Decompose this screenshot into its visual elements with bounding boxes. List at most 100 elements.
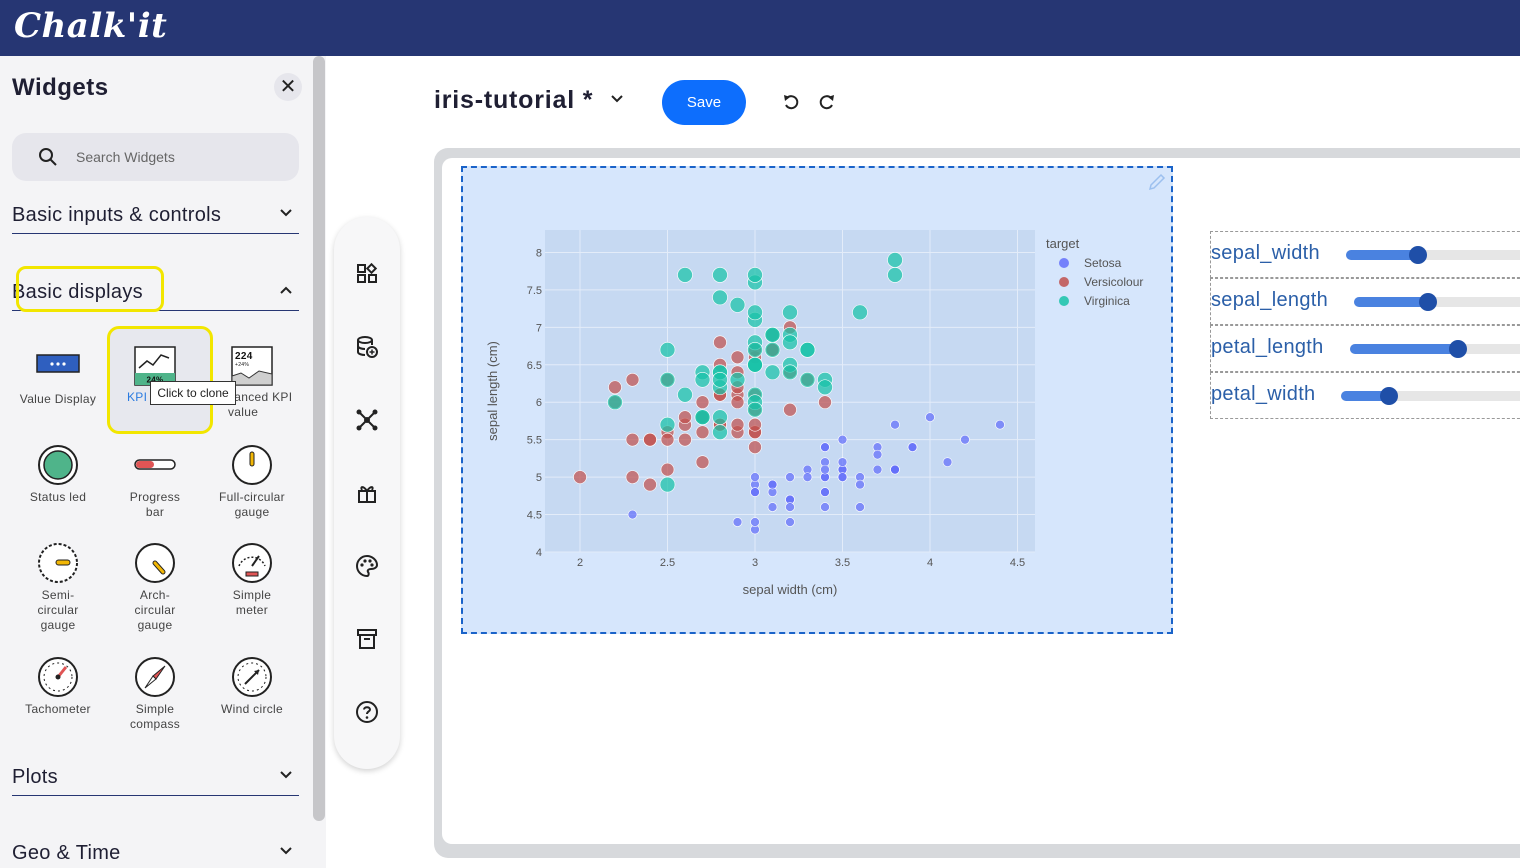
data-point-virginica — [782, 364, 798, 381]
sidebar-scroll-thumb[interactable] — [313, 56, 325, 821]
slider-petal-width[interactable]: petal_width — [1210, 372, 1520, 419]
slider-fill — [1354, 297, 1428, 307]
data-point-virginica — [712, 371, 728, 388]
widget-tachometer[interactable]: Tachometer — [10, 656, 106, 717]
widget-label: Progress bar — [129, 490, 181, 519]
widget-label: Tachometer — [25, 702, 91, 716]
kpi-icon: 24% — [134, 346, 176, 386]
legend-label: Versicolour — [1084, 275, 1143, 289]
slider-handle[interactable] — [1449, 340, 1467, 358]
data-point-virginica — [712, 267, 728, 283]
search-placeholder: Search Widgets — [76, 149, 175, 165]
data-point-virginica — [782, 304, 798, 321]
search-icon — [39, 148, 57, 166]
advanced-kpi-icon: 224+24% — [231, 346, 273, 386]
data-point-virginica — [659, 476, 676, 493]
data-point-versicolour — [818, 395, 832, 410]
data-point-setosa — [785, 502, 795, 512]
project-title[interactable]: iris-tutorial * — [434, 86, 593, 115]
top-bar: Chalk'it — [0, 0, 1520, 56]
legend-marker — [1059, 296, 1069, 306]
graph-icon[interactable] — [355, 408, 379, 432]
simple-meter-icon — [232, 543, 272, 583]
plotly-widget[interactable]: 2 2.5 3 3.5 4 4.5 4 4.5 5 5.5 6 6.5 7 7.5 8 sepal width… — [461, 166, 1173, 634]
widgets-icon[interactable] — [355, 262, 379, 286]
slider-label: petal_width — [1211, 383, 1316, 405]
data-point-virginica — [677, 267, 693, 283]
data-point-setosa — [890, 464, 900, 475]
y-tick-label: 4 — [536, 547, 542, 559]
help-icon[interactable] — [355, 700, 379, 724]
widget-wind-circle[interactable]: Wind circle — [204, 656, 300, 717]
app-logo[interactable]: Chalk'it — [14, 6, 167, 46]
save-button[interactable]: Save — [662, 80, 746, 125]
widget-status-led[interactable]: Status led — [10, 444, 106, 505]
slider-label: sepal_width — [1211, 242, 1320, 264]
widgets-sidebar: Widgets ✕ Search Widgets Basic inputs & … — [0, 56, 312, 868]
slider-petal-length[interactable]: petal_length — [1210, 325, 1520, 372]
y-tick-label: 4.5 — [527, 510, 542, 522]
data-point-versicolour — [678, 410, 692, 425]
y-tick-label: 6.5 — [527, 360, 542, 372]
slider-sepal-width[interactable]: sepal_width — [1210, 231, 1520, 278]
data-point-setosa — [907, 442, 918, 452]
data-point-virginica — [887, 267, 903, 283]
archive-icon[interactable] — [355, 627, 379, 651]
x-tick-label: 4.5 — [1010, 557, 1025, 569]
data-point-setosa — [767, 479, 778, 490]
widget-label: Status led — [29, 490, 87, 504]
data-point-virginica — [887, 252, 903, 268]
chevron-up-icon — [280, 286, 292, 294]
data-point-setosa — [960, 434, 970, 445]
data-point-versicolour — [730, 350, 745, 365]
data-point-versicolour — [748, 440, 762, 454]
category-label: Geo & Time — [12, 842, 121, 864]
chevron-down-icon[interactable] — [610, 94, 624, 104]
close-icon[interactable]: ✕ — [274, 73, 302, 101]
slider-handle[interactable] — [1419, 293, 1437, 311]
widget-full-circular-gauge[interactable]: Full-circular gauge — [204, 444, 300, 520]
data-point-virginica — [817, 379, 833, 396]
category-geo-time[interactable]: Geo & Time — [12, 836, 299, 868]
palette-icon[interactable] — [355, 554, 379, 578]
redo-icon[interactable] — [818, 93, 836, 111]
toolbox-panel — [334, 217, 400, 769]
data-point-setosa — [890, 419, 900, 430]
data-point-virginica — [747, 342, 763, 358]
x-tick-label: 2 — [577, 557, 583, 569]
legend-marker — [1059, 277, 1069, 287]
data-point-versicolour — [625, 470, 640, 484]
slider-handle[interactable] — [1380, 387, 1398, 405]
slider-handle[interactable] — [1409, 246, 1427, 264]
category-basic-inputs[interactable]: Basic inputs & controls — [12, 198, 299, 234]
widget-value-display[interactable]: Value Display — [10, 352, 106, 407]
widget-simple-compass[interactable]: Simple compass — [107, 656, 203, 732]
undo-icon[interactable] — [782, 93, 800, 111]
data-point-versicolour — [695, 455, 710, 469]
chevron-down-icon — [280, 771, 292, 779]
wind-circle-icon — [232, 657, 272, 697]
data-point-virginica — [659, 342, 676, 358]
y-tick-label: 7.5 — [527, 285, 542, 297]
data-point-setosa — [855, 502, 865, 512]
data-point-virginica — [747, 267, 763, 283]
search-widgets-input[interactable]: Search Widgets — [12, 133, 299, 181]
data-point-versicolour — [678, 432, 692, 447]
widget-simple-meter[interactable]: Simple meter — [204, 542, 300, 618]
widget-semi-circular-gauge[interactable]: Semi-circular gauge — [10, 542, 106, 633]
data-point-setosa — [785, 472, 795, 482]
data-point-versicolour — [643, 432, 657, 447]
widget-progress-bar[interactable]: Progress bar — [107, 444, 203, 520]
data-point-setosa — [872, 449, 883, 460]
data-point-virginica — [747, 401, 763, 418]
datanodes-icon[interactable] — [355, 335, 379, 359]
data-point-virginica — [799, 342, 816, 358]
widget-label: Wind circle — [221, 702, 283, 716]
export-icon[interactable] — [355, 481, 379, 505]
data-point-virginica — [747, 356, 763, 373]
category-plots[interactable]: Plots — [12, 760, 299, 796]
widget-arch-circular-gauge[interactable]: Arch-circular gauge — [107, 542, 203, 633]
data-point-versicolour — [625, 372, 640, 387]
y-tick-label: 5.5 — [527, 435, 542, 447]
slider-sepal-length[interactable]: sepal_length — [1210, 278, 1520, 325]
